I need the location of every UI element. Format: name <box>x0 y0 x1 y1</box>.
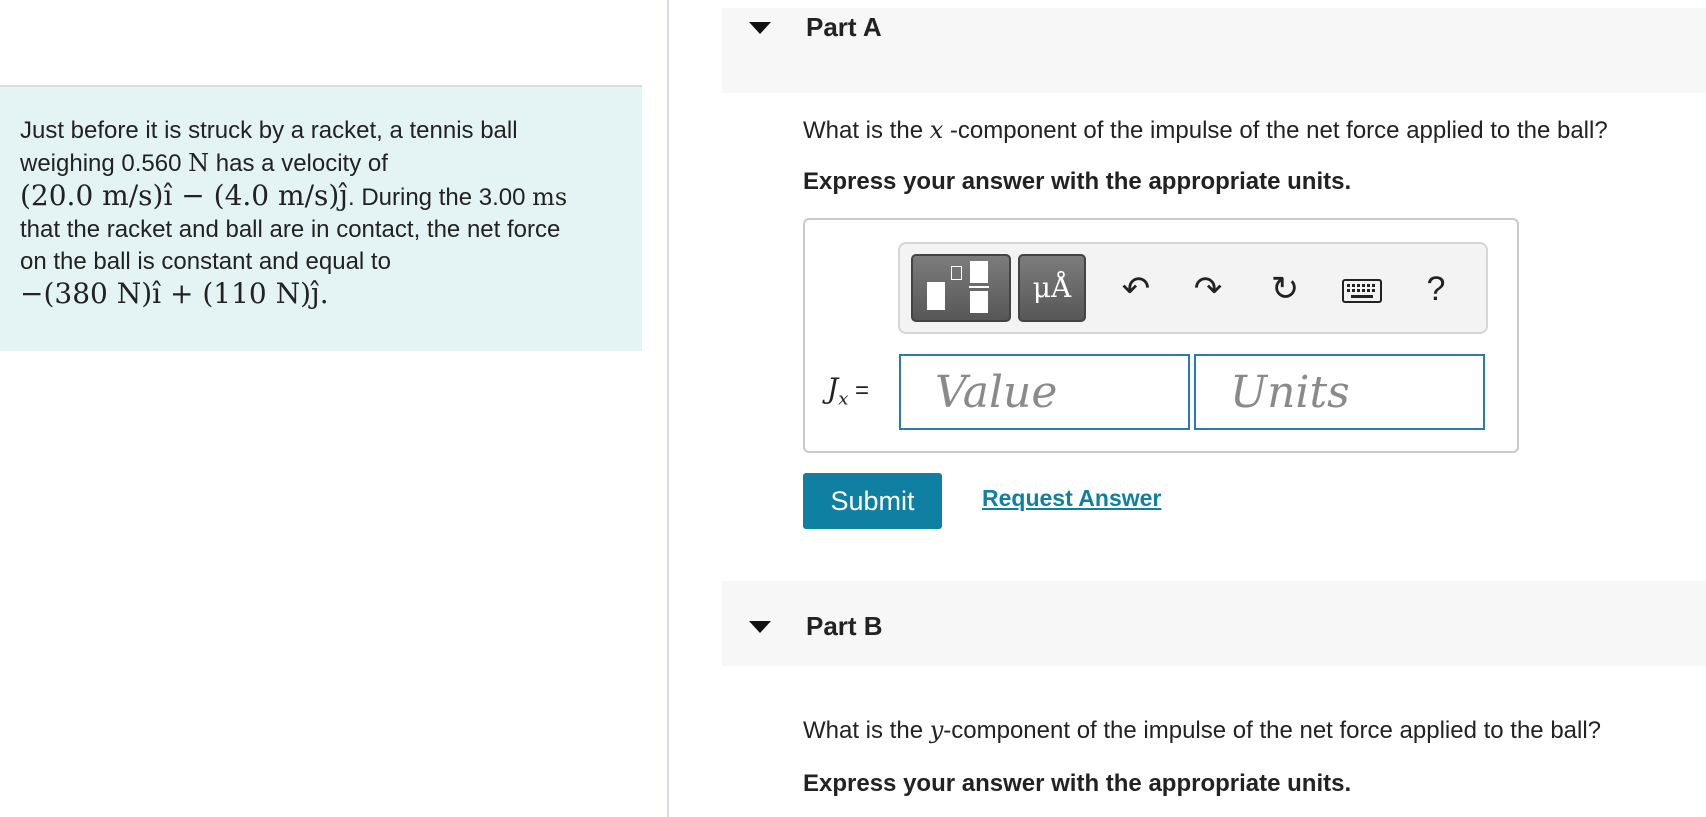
weight-unit: N <box>188 149 210 177</box>
part-b-title: Part B <box>806 611 883 641</box>
force-expression: −(380 N)î + (110 N)ĵ. <box>20 277 329 310</box>
templates-button[interactable] <box>911 254 1011 322</box>
part-b-instruction: Express your answer with the appropriate… <box>803 770 1352 797</box>
problem-line-5: on the ball is constant and equal to <box>20 248 391 275</box>
request-answer-link[interactable]: Request Answer <box>982 485 1161 512</box>
units-input[interactable] <box>1194 354 1485 430</box>
y-variable: y <box>929 716 944 744</box>
reset-icon[interactable]: ↻ <box>1260 264 1310 314</box>
collapse-triangle-icon[interactable] <box>749 621 771 633</box>
problem-line-3: (20.0 m/s)î − (4.0 m/s)ĵ. During the 3.0… <box>20 179 568 212</box>
value-input[interactable] <box>899 354 1190 430</box>
problem-line-1: Just before it is struck by a racket, a … <box>20 117 518 144</box>
redo-icon[interactable]: ↷ <box>1183 264 1233 314</box>
problem-line-4: that the racket and ball are in contact,… <box>20 216 561 243</box>
part-b-question: What is the y-component of the impulse o… <box>803 716 1602 744</box>
problem-line-6: −(380 N)î + (110 N)ĵ. <box>20 278 622 312</box>
undo-icon[interactable]: ↶ <box>1111 264 1161 314</box>
keyboard-icon[interactable] <box>1337 264 1387 314</box>
part-a-instruction: Express your answer with the appropriate… <box>803 168 1352 195</box>
part-a-title: Part A <box>806 12 882 42</box>
x-variable: x <box>929 116 944 144</box>
units-button[interactable]: μÅ <box>1018 254 1086 322</box>
help-icon[interactable]: ? <box>1411 264 1461 314</box>
time-unit: ms <box>532 183 568 211</box>
math-toolbar: μÅ ↶ ↷ ↻ ? <box>898 242 1488 334</box>
collapse-triangle-icon[interactable] <box>749 22 771 34</box>
answer-box: μÅ ↶ ↷ ↻ ? Jx = <box>803 218 1519 453</box>
problem-line-2: weighing 0.560 N has a velocity of <box>20 149 388 177</box>
column-divider <box>667 0 669 817</box>
answer-label: Jx = <box>827 372 870 410</box>
part-a-question: What is the x -component of the impulse … <box>803 116 1608 144</box>
problem-statement: Just before it is struck by a racket, a … <box>0 85 642 351</box>
velocity-expression: (20.0 m/s)î − (4.0 m/s)ĵ <box>20 179 348 212</box>
submit-button[interactable]: Submit <box>803 473 942 529</box>
part-b-header[interactable]: Part B <box>722 581 1706 666</box>
part-a-header[interactable]: Part A <box>722 8 1706 93</box>
